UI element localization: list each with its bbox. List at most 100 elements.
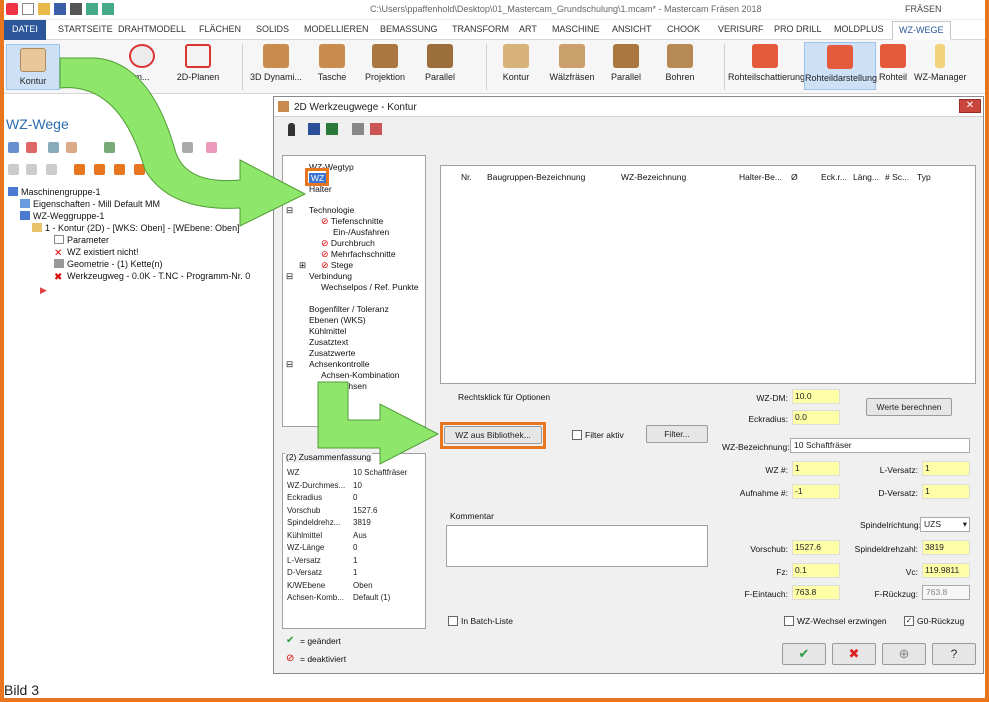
scroll-icon[interactable] (134, 164, 145, 175)
comment-field[interactable] (446, 525, 708, 567)
nav-collapse-icon[interactable]: ⊟ (286, 359, 293, 370)
col-baugruppe[interactable]: Baugruppen-Bezeichnung (487, 172, 585, 182)
open-folder-icon[interactable] (38, 3, 50, 15)
tab-startseite[interactable]: STARTSEITE (58, 24, 113, 34)
tab-pro-drill[interactable]: PRO DRILL (774, 24, 822, 34)
deselect-icon[interactable] (26, 142, 37, 153)
nav-technologie[interactable]: Technologie (309, 205, 354, 215)
tab-bemassung[interactable]: BEMASSUNG (380, 24, 438, 34)
dynamic-3d-button[interactable]: 3D Dynami... (248, 44, 304, 82)
col-halter[interactable]: Halter-Be... (739, 172, 782, 182)
nav-achsenkontrolle[interactable]: Achsenkontrolle (309, 359, 369, 369)
col-wz-bezeichnung[interactable]: WZ-Bezeichnung (621, 172, 686, 182)
col-schneiden[interactable]: # Sc... (885, 172, 909, 182)
col-diameter[interactable]: Ø (791, 172, 798, 182)
tree-parameter[interactable]: Parameter (54, 235, 109, 245)
aufnahme-input[interactable]: -1 (792, 484, 840, 499)
wave-icon[interactable] (26, 164, 37, 175)
tab-chook[interactable]: CHOOK (667, 24, 700, 34)
tab-transform[interactable]: TRANSFORM (452, 24, 509, 34)
wz-manager-button[interactable]: WZ-Manager (914, 44, 967, 82)
tool-info-icon[interactable] (288, 123, 295, 136)
tab-moldplus[interactable]: MOLDPLUS (834, 24, 884, 34)
tree-toolpath[interactable]: ✖ Werkzeugweg - 0.0K - T.NC - Programm-Nr… (54, 271, 250, 283)
move-up-icon[interactable] (94, 164, 105, 175)
tab-art[interactable]: ART (519, 24, 537, 34)
nav-stege[interactable]: ⊘ Stege (321, 260, 353, 271)
nav-achsen-kombination[interactable]: Achsen-Kombination (321, 370, 399, 380)
tool-list[interactable]: Nr. Baugruppen-Bezeichnung WZ-Bezeichnun… (440, 165, 976, 384)
rohteil-button[interactable]: Rohteil (878, 44, 908, 82)
pocket-2d-button[interactable]: m... (120, 44, 164, 82)
tasche-button[interactable]: Tasche (312, 44, 352, 82)
tree-tool-missing[interactable]: ✕ WZ existiert nicht! (54, 247, 139, 259)
add-button[interactable]: ⊕ (882, 643, 926, 665)
nav-verbindung[interactable]: Verbindung (309, 271, 352, 281)
wz-bezeichnung-input[interactable]: 10 Schaftfräser (790, 438, 970, 453)
tab-verisurf[interactable]: VERISURF (718, 24, 764, 34)
hide-icon[interactable] (46, 164, 57, 175)
print-icon[interactable] (70, 3, 82, 15)
new-file-icon[interactable] (22, 3, 34, 15)
fz-input[interactable]: 0.1 (792, 563, 840, 578)
tree-toolpath-group[interactable]: WZ-Weggruppe-1 (20, 211, 104, 221)
redo-icon[interactable] (102, 3, 114, 15)
calc-values-button[interactable]: Werte berechnen (866, 398, 952, 416)
eckradius-input[interactable]: 0.0 (792, 410, 840, 425)
tab-flaechen[interactable]: FLÄCHEN (199, 24, 241, 34)
tree-machine-group[interactable]: Maschinengruppe-1 (8, 187, 101, 197)
regen-dirty-icon[interactable] (66, 142, 77, 153)
planen-button[interactable]: 2D-Planen (176, 44, 220, 82)
wz-nr-input[interactable]: 1 (792, 461, 840, 476)
save-icon[interactable] (308, 123, 320, 135)
nav-ein-ausfahren[interactable]: Ein-/Ausfahren (333, 227, 389, 237)
tab-ansicht[interactable]: ANSICHT (612, 24, 652, 34)
nav-zusatzwerte[interactable]: Zusatzwerte (309, 348, 355, 358)
kontur-3d-button[interactable]: Kontur (498, 44, 534, 82)
select-all-icon[interactable] (8, 142, 19, 153)
tree-geometry[interactable]: Geometrie - (1) Kette(n) (54, 259, 163, 269)
rohteilschattierung-button[interactable]: Rohteilschattierung (728, 44, 805, 82)
spindeldrehzahl-input[interactable]: 3819 (922, 540, 970, 555)
lock-icon[interactable] (8, 164, 19, 175)
save-icon[interactable] (54, 3, 66, 15)
kontur-button[interactable]: Kontur (6, 44, 60, 90)
tab-maschine[interactable]: MASCHINE (552, 24, 600, 34)
tab-solids[interactable]: SOLIDS (256, 24, 289, 34)
nav-collapse-icon[interactable]: ⊟ (286, 205, 293, 216)
nav-expand-icon[interactable]: ⊞ (299, 260, 306, 271)
col-nr[interactable]: Nr. (461, 172, 472, 182)
tab-datei[interactable]: DATEI (4, 20, 46, 40)
edit-icon[interactable] (206, 142, 217, 153)
filter-button[interactable]: Filter... (646, 425, 708, 443)
vc-input[interactable]: 119.9811 (922, 563, 970, 578)
nav-drehachsen[interactable]: Drehachsen (321, 381, 367, 391)
vorschub-input[interactable]: 1527.6 (792, 540, 840, 555)
filter-active-checkbox[interactable] (572, 430, 582, 440)
toggle-icon[interactable] (182, 142, 193, 153)
nav-tiefenschnitte[interactable]: ⊘ Tiefenschnitte (321, 216, 383, 227)
col-typ[interactable]: Typ (917, 172, 931, 182)
f-eintauch-input[interactable]: 763.8 (792, 585, 840, 600)
nav-collapse-icon[interactable]: ⊟ (286, 271, 293, 282)
ok-button[interactable]: ✔ (782, 643, 826, 665)
nav-durchbruch[interactable]: ⊘ Durchbruch (321, 238, 375, 249)
tab-drahtmodell[interactable]: DRAHTMODELL (118, 24, 186, 34)
l-versatz-input[interactable]: 1 (922, 461, 970, 476)
nav-mehrfachschnitte[interactable]: ⊘ Mehrfachschnitte (321, 249, 396, 260)
parallel-button[interactable]: Parallel (422, 44, 458, 82)
tab-modellieren[interactable]: MODELLIEREN (304, 24, 369, 34)
rohteildarstellung-button[interactable]: Rohteildarstellung (804, 42, 877, 90)
regenerate-icon[interactable] (48, 142, 59, 153)
move-down-icon[interactable] (74, 164, 85, 175)
nav-zusatztext[interactable]: Zusatztext (309, 337, 348, 347)
insert-arrow-icon[interactable] (114, 164, 125, 175)
tree-operation-1[interactable]: 1 - Kontur (2D) - [WKS: Oben] - [WEbene:… (32, 223, 240, 233)
col-laenge[interactable]: Läng... (853, 172, 879, 182)
d-versatz-input[interactable]: 1 (922, 484, 970, 499)
undo-icon[interactable] (86, 3, 98, 15)
backplot-icon[interactable] (104, 142, 115, 153)
nav-wechselpos[interactable]: Wechselpos / Ref. Punkte (321, 282, 419, 292)
f-rueckzug-input[interactable]: 763.8 (922, 585, 970, 600)
tree-properties[interactable]: Eigenschaften - Mill Default MM (20, 199, 160, 209)
